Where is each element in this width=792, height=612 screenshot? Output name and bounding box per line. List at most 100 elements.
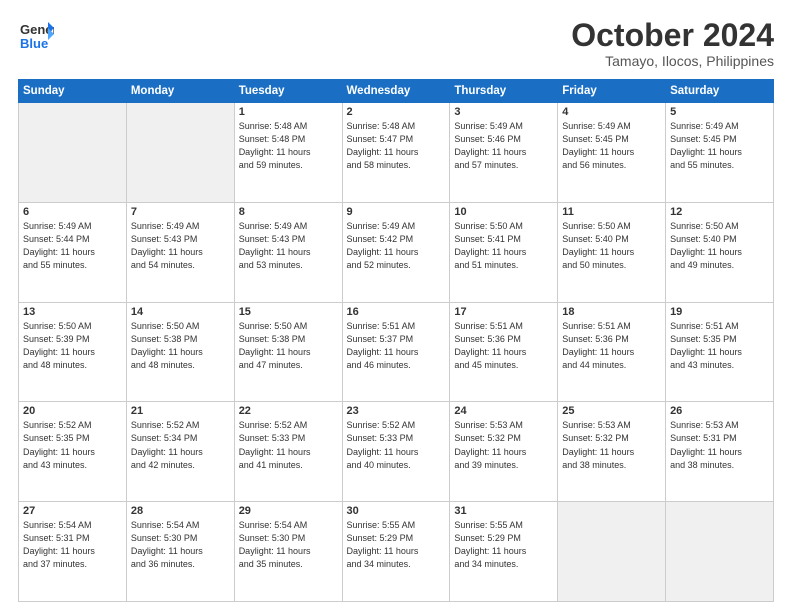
day-number: 5 [670,106,769,118]
calendar-cell: 26Sunrise: 5:53 AMSunset: 5:31 PMDayligh… [666,402,774,502]
cell-info-line: Sunrise: 5:50 AM [23,320,122,333]
cell-info-line: Daylight: 11 hours [347,545,446,558]
cell-info-line: Sunset: 5:31 PM [23,532,122,545]
calendar-cell: 24Sunrise: 5:53 AMSunset: 5:32 PMDayligh… [450,402,558,502]
calendar-cell: 10Sunrise: 5:50 AMSunset: 5:41 PMDayligh… [450,202,558,302]
cell-info-line: and 45 minutes. [454,359,553,372]
day-number: 22 [239,405,338,417]
cell-info-line: Daylight: 11 hours [562,346,661,359]
weekday-header-sunday: Sunday [19,80,127,103]
calendar-cell: 1 Sunrise: 5:48 AMSunset: 5:48 PMDaylight… [234,103,342,203]
svg-text:Blue: Blue [20,36,48,51]
cell-info-line: Sunset: 5:48 PM [239,133,338,146]
cell-info-line: and 34 minutes. [347,558,446,571]
day-number: 17 [454,306,553,318]
day-number: 23 [347,405,446,417]
day-number: 16 [347,306,446,318]
cell-info-line: Sunset: 5:47 PM [347,133,446,146]
cell-info-line: Sunrise: 5:53 AM [670,419,769,432]
calendar-cell: 27Sunrise: 5:54 AMSunset: 5:31 PMDayligh… [19,502,127,602]
day-number: 25 [562,405,661,417]
cell-info-line: Sunset: 5:29 PM [454,532,553,545]
day-number: 7 [131,206,230,218]
calendar-cell: 25Sunrise: 5:53 AMSunset: 5:32 PMDayligh… [558,402,666,502]
cell-info-line: Sunrise: 5:48 AM [347,120,446,133]
cell-info-line: Sunset: 5:44 PM [23,233,122,246]
cell-info-line: and 37 minutes. [23,558,122,571]
cell-info-line: Daylight: 11 hours [454,146,553,159]
day-number: 12 [670,206,769,218]
day-number: 26 [670,405,769,417]
day-number: 3 [454,106,553,118]
logo-icon: General Blue [18,18,54,54]
cell-info-line: Sunset: 5:41 PM [454,233,553,246]
cell-info-line: and 41 minutes. [239,459,338,472]
cell-info-line: Sunset: 5:36 PM [454,333,553,346]
cell-info-line: and 54 minutes. [131,259,230,272]
cell-info-line: and 36 minutes. [131,558,230,571]
cell-info-line: Sunset: 5:39 PM [23,333,122,346]
cell-info-line: Sunset: 5:45 PM [670,133,769,146]
cell-info-line: Sunset: 5:29 PM [347,532,446,545]
calendar-cell: 21Sunrise: 5:52 AMSunset: 5:34 PMDayligh… [126,402,234,502]
cell-info-line: Sunrise: 5:54 AM [23,519,122,532]
day-number: 20 [23,405,122,417]
day-number: 30 [347,505,446,517]
calendar-cell: 4Sunrise: 5:49 AMSunset: 5:45 PMDaylight… [558,103,666,203]
title-block: October 2024 Tamayo, Ilocos, Philippines [571,18,774,69]
cell-info-line: Daylight: 11 hours [23,346,122,359]
cell-info-line: Sunrise: 5:49 AM [670,120,769,133]
day-number: 15 [239,306,338,318]
cell-info-line: Sunrise: 5:51 AM [454,320,553,333]
cell-info-line: Daylight: 11 hours [670,346,769,359]
calendar-cell: 19Sunrise: 5:51 AMSunset: 5:35 PMDayligh… [666,302,774,402]
cell-info-line: Daylight: 11 hours [23,545,122,558]
cell-info-line: and 57 minutes. [454,159,553,172]
calendar-cell: 22Sunrise: 5:52 AMSunset: 5:33 PMDayligh… [234,402,342,502]
day-number: 1 [239,106,338,118]
calendar-cell: 20Sunrise: 5:52 AMSunset: 5:35 PMDayligh… [19,402,127,502]
calendar-cell: 6Sunrise: 5:49 AMSunset: 5:44 PMDaylight… [19,202,127,302]
calendar-cell [666,502,774,602]
cell-info-line: and 55 minutes. [23,259,122,272]
cell-info-line: Sunrise: 5:53 AM [562,419,661,432]
page-header: General Blue October 2024 Tamayo, Ilocos… [18,18,774,69]
cell-info-line: and 44 minutes. [562,359,661,372]
cell-info-line: Sunrise: 5:51 AM [670,320,769,333]
cell-info-line: Sunrise: 5:50 AM [131,320,230,333]
calendar-cell: 5Sunrise: 5:49 AMSunset: 5:45 PMDaylight… [666,103,774,203]
cell-info-line: Daylight: 11 hours [239,246,338,259]
cell-info-line: and 38 minutes. [670,459,769,472]
cell-info-line: Sunrise: 5:49 AM [23,220,122,233]
cell-info-line: Sunset: 5:33 PM [239,432,338,445]
calendar-cell: 9Sunrise: 5:49 AMSunset: 5:42 PMDaylight… [342,202,450,302]
calendar-week-2: 6Sunrise: 5:49 AMSunset: 5:44 PMDaylight… [19,202,774,302]
cell-info-line: and 34 minutes. [454,558,553,571]
calendar-cell: 13Sunrise: 5:50 AMSunset: 5:39 PMDayligh… [19,302,127,402]
day-number: 6 [23,206,122,218]
weekday-header-friday: Friday [558,80,666,103]
cell-info-line: Sunset: 5:30 PM [239,532,338,545]
calendar-week-1: 1Sunrise: 5:48 AMSunset: 5:48 PMDaylight… [19,103,774,203]
weekday-header-thursday: Thursday [450,80,558,103]
day-number: 11 [562,206,661,218]
cell-info-line: and 40 minutes. [347,459,446,472]
calendar-cell: 17Sunrise: 5:51 AMSunset: 5:36 PMDayligh… [450,302,558,402]
day-number: 31 [454,505,553,517]
day-number: 18 [562,306,661,318]
day-number: 8 [239,206,338,218]
cell-info-line: Sunrise: 5:49 AM [347,220,446,233]
cell-info-line: and 39 minutes. [454,459,553,472]
location: Tamayo, Ilocos, Philippines [571,53,774,69]
cell-info-line: Daylight: 11 hours [131,545,230,558]
day-number: 10 [454,206,553,218]
cell-info-line: Sunset: 5:38 PM [239,333,338,346]
cell-info-line: Sunset: 5:43 PM [131,233,230,246]
calendar-cell: 31Sunrise: 5:55 AMSunset: 5:29 PMDayligh… [450,502,558,602]
cell-info-line: Daylight: 11 hours [239,146,338,159]
day-number: 24 [454,405,553,417]
cell-info-line: Sunrise: 5:54 AM [239,519,338,532]
cell-info-line: Sunrise: 5:48 AM [239,120,338,133]
calendar-cell: 8Sunrise: 5:49 AMSunset: 5:43 PMDaylight… [234,202,342,302]
cell-info-line: Daylight: 11 hours [347,346,446,359]
